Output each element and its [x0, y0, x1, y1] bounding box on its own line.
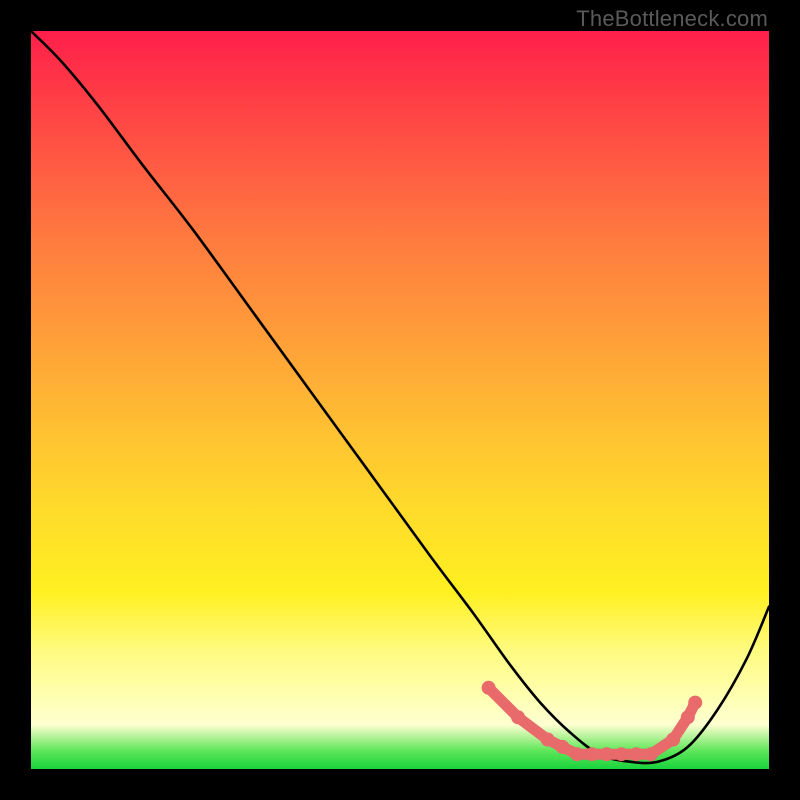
chart-frame: TheBottleneck.com [0, 0, 800, 800]
highlight-dot [511, 710, 525, 724]
highlight-dot [666, 733, 680, 747]
highlight-dot [681, 710, 695, 724]
highlight-dots [482, 681, 703, 761]
highlight-dot [570, 747, 584, 761]
main-curve [31, 31, 769, 763]
highlight-dot [644, 747, 658, 761]
highlight-dot [482, 681, 496, 695]
highlight-dot [600, 747, 614, 761]
chart-svg [31, 31, 769, 769]
highlight-dot [629, 747, 643, 761]
plot-area [31, 31, 769, 769]
highlight-dot [688, 696, 702, 710]
highlight-dot [585, 747, 599, 761]
highlight-dot [555, 740, 569, 754]
highlight-dot [614, 747, 628, 761]
watermark-text: TheBottleneck.com [576, 6, 768, 32]
highlight-dot [541, 733, 555, 747]
